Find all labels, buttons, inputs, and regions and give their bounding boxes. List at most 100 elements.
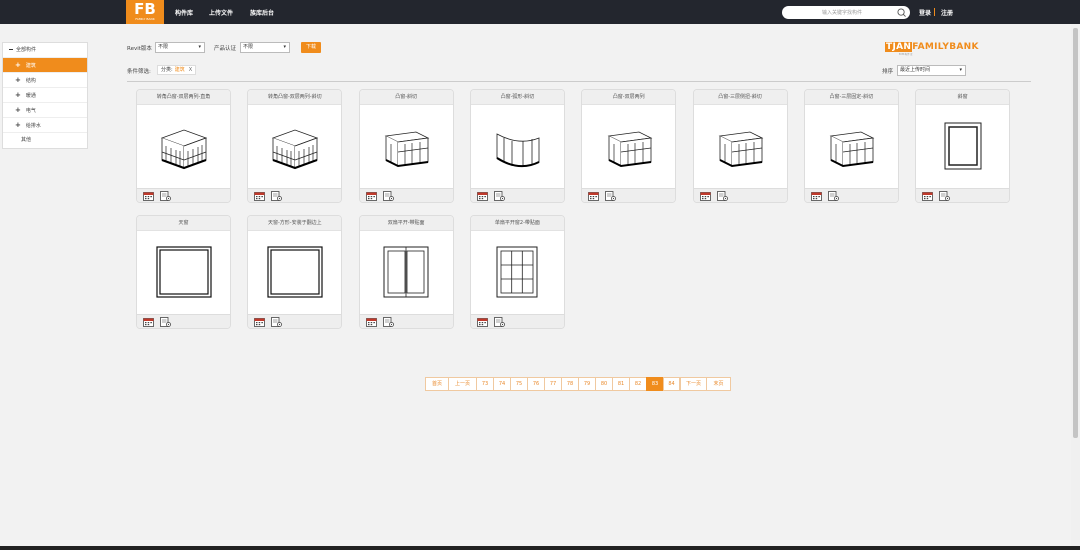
component-card[interactable]: 凸窗-三层侧扭-斜切 <box>692 89 788 203</box>
collapse-icon[interactable] <box>9 49 13 50</box>
calendar-icon[interactable] <box>365 317 377 328</box>
page-number[interactable]: 74 <box>493 377 510 391</box>
component-card[interactable]: 天窗-方形-安装于翻边上 <box>247 215 343 329</box>
calendar-icon[interactable] <box>365 191 377 202</box>
card-title[interactable]: 斜窗 <box>916 90 1010 105</box>
bay-window-icon[interactable] <box>805 106 898 188</box>
casement-window-icon[interactable] <box>360 232 453 314</box>
expand-icon[interactable]: + <box>15 91 21 99</box>
expand-icon[interactable]: + <box>15 61 21 69</box>
file-settings-icon[interactable] <box>827 191 839 202</box>
component-card[interactable]: 凸窗-三层固定-斜切 <box>803 89 899 203</box>
grid-window-icon[interactable] <box>471 232 564 314</box>
revit-version-select[interactable]: 不限 ▾ <box>155 42 205 53</box>
page-number[interactable]: 84 <box>663 377 680 391</box>
curved-bay-window-icon[interactable] <box>471 106 564 188</box>
sidebar-item-hvac[interactable]: + 暖通 <box>3 88 87 103</box>
page-number[interactable]: 80 <box>595 377 612 391</box>
sidebar-item-electrical[interactable]: + 电气 <box>3 103 87 118</box>
corner-bay-window-icon[interactable] <box>137 106 230 188</box>
card-title[interactable]: 天窗-方形-安装于翻边上 <box>248 216 342 231</box>
remove-filter-icon[interactable]: X <box>189 67 192 73</box>
file-settings-icon[interactable] <box>493 191 505 202</box>
card-title[interactable]: 凸窗-双层两列 <box>582 90 676 105</box>
bay-window-icon[interactable] <box>694 106 787 188</box>
file-settings-icon[interactable] <box>271 191 283 202</box>
card-title[interactable]: 双扇平开-带贴面 <box>359 216 453 231</box>
card-title[interactable]: 天窗 <box>137 216 230 231</box>
sidebar-item-other[interactable]: 其他 <box>3 133 87 148</box>
sidebar-item-plumbing[interactable]: + 给排水 <box>3 118 87 133</box>
sidebar-item-architecture[interactable]: + 建筑 <box>3 58 87 73</box>
product-cert-select[interactable]: 不限 ▾ <box>240 42 290 53</box>
component-card[interactable]: 转角凸窗-双层两列-直角 <box>136 89 231 203</box>
page-prev[interactable]: 上一页 <box>448 377 476 391</box>
page-number[interactable]: 77 <box>544 377 561 391</box>
sidebar-item-all[interactable]: 全部构件 <box>3 43 87 58</box>
calendar-icon[interactable] <box>810 191 822 202</box>
component-card[interactable]: 斜窗 <box>915 89 1011 203</box>
file-settings-icon[interactable] <box>160 191 171 202</box>
card-title[interactable]: 凸窗-三层侧扭-斜切 <box>693 90 787 105</box>
card-title[interactable]: 转角凸窗-双层两列-直角 <box>137 90 230 105</box>
skylight-icon[interactable] <box>137 232 230 314</box>
card-title[interactable]: 单扇平开窗2-带贴面 <box>470 216 564 231</box>
file-settings-icon[interactable] <box>605 191 617 202</box>
component-card[interactable]: 凸窗-斜切 <box>358 89 454 203</box>
file-settings-icon[interactable] <box>493 317 505 328</box>
skylight-icon[interactable] <box>248 232 341 314</box>
calendar-icon[interactable] <box>254 191 266 202</box>
sort-select[interactable]: 最近上传时间 ▾ <box>897 65 966 76</box>
component-card[interactable]: 双扇平开-带贴面 <box>358 215 454 329</box>
file-settings-icon[interactable] <box>716 191 728 202</box>
scrollbar-thumb[interactable] <box>1073 28 1078 438</box>
site-logo[interactable]: FB FAMILY BANK <box>126 0 164 24</box>
page-number[interactable]: 78 <box>561 377 578 391</box>
file-settings-icon[interactable] <box>939 191 950 202</box>
window-frame-icon[interactable] <box>916 106 1009 188</box>
expand-icon[interactable]: + <box>15 76 21 84</box>
expand-icon[interactable]: + <box>15 106 21 114</box>
calendar-icon[interactable] <box>699 191 711 202</box>
card-title[interactable]: 凸窗-斜切 <box>359 90 453 105</box>
calendar-icon[interactable] <box>143 191 154 202</box>
calendar-icon[interactable] <box>588 191 600 202</box>
card-title[interactable]: 凸窗-三层固定-斜切 <box>804 90 898 105</box>
bay-window-icon[interactable] <box>582 106 675 188</box>
corner-bay-window-icon[interactable] <box>248 106 341 188</box>
page-first[interactable]: 首页 <box>425 377 448 391</box>
calendar-icon[interactable] <box>143 317 154 328</box>
expand-icon[interactable]: + <box>15 121 21 129</box>
calendar-icon[interactable] <box>476 191 488 202</box>
login-link[interactable]: 登录 <box>919 8 931 17</box>
component-card[interactable]: 单扇平开窗2-带贴面 <box>469 215 565 329</box>
bay-window-icon[interactable] <box>360 106 453 188</box>
calendar-icon[interactable] <box>922 191 933 202</box>
file-settings-icon[interactable] <box>382 191 394 202</box>
component-card[interactable]: 凸窗-弧形-斜切 <box>469 89 565 203</box>
nav-upload-file[interactable]: 上传文件 <box>209 8 233 17</box>
component-card[interactable]: 天窗 <box>136 215 231 329</box>
page-number[interactable]: 73 <box>476 377 493 391</box>
file-settings-icon[interactable] <box>160 317 171 328</box>
search-icon[interactable] <box>897 8 906 19</box>
file-settings-icon[interactable] <box>271 317 283 328</box>
search-box[interactable]: 输入关键字找构件 <box>782 6 910 19</box>
download-button[interactable]: 下载 <box>301 42 321 53</box>
page-number[interactable]: 83 <box>646 377 663 391</box>
sidebar-item-structure[interactable]: + 结构 <box>3 73 87 88</box>
calendar-icon[interactable] <box>254 317 266 328</box>
card-title[interactable]: 转角凸窗-双层两列-斜切 <box>248 90 342 105</box>
page-next[interactable]: 下一页 <box>680 377 706 391</box>
page-number[interactable]: 81 <box>612 377 629 391</box>
page-last[interactable]: 末页 <box>706 377 731 391</box>
nav-library-admin[interactable]: 族库后台 <box>250 8 274 17</box>
page-number[interactable]: 76 <box>527 377 544 391</box>
component-card[interactable]: 转角凸窗-双层两列-斜切 <box>247 89 343 203</box>
file-settings-icon[interactable] <box>382 317 394 328</box>
nav-component-library[interactable]: 构件库 <box>175 8 193 17</box>
page-number[interactable]: 82 <box>629 377 646 391</box>
card-title[interactable]: 凸窗-弧形-斜切 <box>470 90 564 105</box>
register-link[interactable]: 注册 <box>941 8 953 17</box>
calendar-icon[interactable] <box>476 317 488 328</box>
